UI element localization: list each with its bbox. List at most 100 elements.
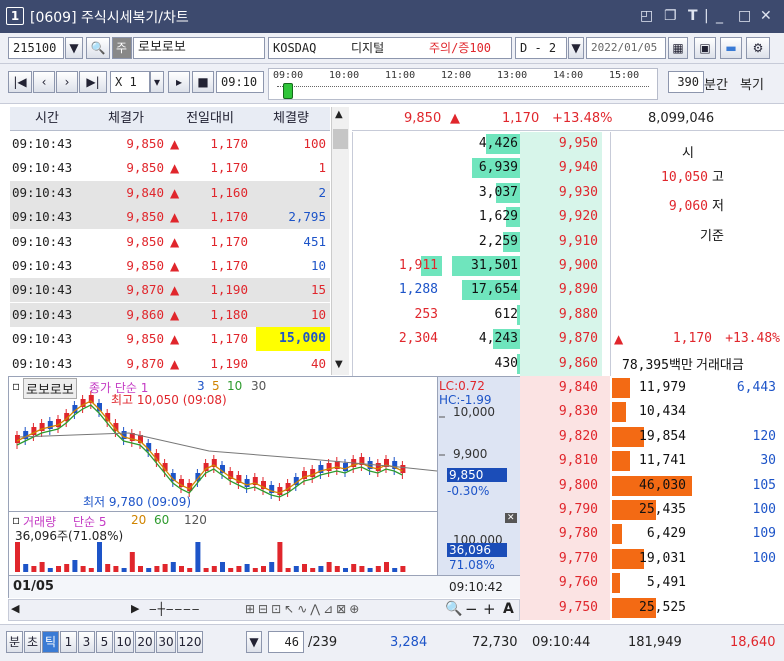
ask-price[interactable]: 9,880 <box>520 303 598 327</box>
next-icon[interactable]: › <box>56 71 78 93</box>
bid-quantity: 5,491 <box>646 575 686 591</box>
table-row[interactable]: 09:10:43 9,850 ▲ 1,170 100 <box>10 132 330 156</box>
bid-price[interactable]: 9,810 <box>520 449 598 473</box>
bid-price[interactable]: 9,830 <box>520 400 598 424</box>
text-tool-icon[interactable]: A <box>503 601 514 617</box>
ask-price[interactable]: 9,950 <box>520 132 598 156</box>
scroll-left-icon[interactable]: ◀ <box>11 602 19 615</box>
tab-1[interactable]: 초 <box>24 631 41 653</box>
table-scrollbar[interactable]: ▲ ▼ <box>331 107 349 375</box>
zoom-search-icon[interactable]: 🔍 <box>445 601 462 617</box>
mode-dropdown-icon[interactable]: ▼ <box>568 37 584 59</box>
interval-field[interactable]: 390 <box>668 71 704 93</box>
table-row[interactable]: 09:10:43 9,850 ▲ 1,170 2,795 <box>10 205 330 230</box>
info-low-label: 저 <box>712 199 724 215</box>
calendar-icon[interactable]: ▦ <box>668 37 688 59</box>
side-quantity: 1,911 <box>398 258 438 273</box>
timeline-slider[interactable]: 09:00 10:00 11:00 12:00 13:00 14:00 15:00 <box>268 68 658 100</box>
ask-price[interactable]: 9,860 <box>520 352 598 376</box>
window-icon[interactable]: ❐ <box>664 8 677 24</box>
mode-select[interactable]: D - 2 <box>515 37 567 59</box>
time-field[interactable]: 09:10 <box>216 71 264 93</box>
restore-icon[interactable]: ◰ <box>640 8 653 24</box>
tab-7[interactable]: 20 <box>135 631 155 653</box>
search-icon[interactable]: 🔍 <box>86 37 110 59</box>
ask-price[interactable]: 9,920 <box>520 205 598 229</box>
bid-price[interactable]: 9,820 <box>520 425 598 449</box>
bid-price[interactable]: 9,760 <box>520 571 598 595</box>
cell-time: 09:10:43 <box>12 233 73 249</box>
stock-code-input[interactable]: 215100 <box>8 37 64 59</box>
tab-9[interactable]: 120 <box>177 631 203 653</box>
volume-bar <box>343 568 348 572</box>
first-icon[interactable]: |◀ <box>8 71 32 93</box>
zoom-out-icon[interactable]: − <box>465 600 478 618</box>
ask-price[interactable]: 9,890 <box>520 278 598 302</box>
tab-0[interactable]: 분 <box>6 631 23 653</box>
tab-8[interactable]: 30 <box>156 631 176 653</box>
stop-icon[interactable]: ■ <box>192 71 214 93</box>
cell-time: 09:10:43 <box>12 209 73 225</box>
table-row[interactable]: 09:10:43 9,850 ▲ 1,170 10 <box>10 254 330 278</box>
zoom-in-icon[interactable]: + <box>483 600 496 618</box>
ask-price[interactable]: 9,900 <box>520 254 598 278</box>
text-icon[interactable]: T <box>688 8 698 24</box>
up-arrow-icon: ▲ <box>450 111 460 126</box>
table-row[interactable]: 09:10:43 9,870 ▲ 1,190 40 <box>10 352 330 376</box>
bid-price[interactable]: 9,770 <box>520 547 598 571</box>
bid-quantity: 6,429 <box>646 526 686 542</box>
speed-dropdown-icon[interactable]: ▾ <box>150 71 164 93</box>
count-field[interactable]: 46 <box>268 631 304 653</box>
table-row[interactable]: 09:10:43 9,860 ▲ 1,180 10 <box>10 302 330 327</box>
bid-price[interactable]: 9,840 <box>520 376 598 400</box>
tab-2[interactable]: 틱 <box>42 631 59 653</box>
minimize-icon[interactable]: _ <box>716 8 723 24</box>
last-icon[interactable]: ▶| <box>79 71 107 93</box>
bid-price[interactable]: 9,790 <box>520 498 598 522</box>
maximize-icon[interactable]: □ <box>738 8 751 24</box>
prev-icon[interactable]: ‹ <box>33 71 55 93</box>
table-row[interactable]: 09:10:43 9,850 ▲ 1,170 15,000 <box>10 327 330 352</box>
play-icon[interactable]: ▸ <box>168 71 190 93</box>
tab-3[interactable]: 1 <box>60 631 77 653</box>
scroll-thumb[interactable] <box>333 129 348 149</box>
scroll-down-icon[interactable]: ▼ <box>335 359 343 370</box>
bid-extra: 109 <box>752 526 776 542</box>
ask-price[interactable]: 9,930 <box>520 181 598 205</box>
folder-icon[interactable]: ▬ <box>720 37 742 59</box>
timeline-track <box>277 86 649 87</box>
bid-price[interactable]: 9,750 <box>520 596 598 620</box>
bid-price[interactable]: 9,780 <box>520 522 598 546</box>
table-row[interactable]: 09:10:43 9,840 ▲ 1,160 2 <box>10 180 330 205</box>
scroll-right-icon[interactable]: ▶ <box>131 602 139 615</box>
timeline-handle[interactable] <box>283 83 293 99</box>
restore-button[interactable]: 복기 <box>740 74 764 93</box>
up-arrow-icon: ▲ <box>170 259 180 273</box>
ask-price[interactable]: 9,910 <box>520 230 598 254</box>
tick-dropdown-icon[interactable]: ▼ <box>246 631 262 653</box>
gear-icon[interactable]: ⚙ <box>746 37 770 59</box>
table-row[interactable]: 09:10:43 9,850 ▲ 1,170 1 <box>10 156 330 180</box>
volume-bar <box>56 566 61 572</box>
volume-close-icon[interactable]: ✕ <box>505 513 517 523</box>
tab-5[interactable]: 5 <box>96 631 113 653</box>
tab-6[interactable]: 10 <box>114 631 134 653</box>
code-dropdown-icon[interactable]: ▼ <box>65 37 83 59</box>
table-row[interactable]: 09:10:43 9,870 ▲ 1,190 15 <box>10 278 330 303</box>
ask-price[interactable]: 9,940 <box>520 156 598 180</box>
close-icon[interactable]: ✕ <box>760 8 772 24</box>
stock-name-field[interactable]: 로보로보 <box>133 37 265 59</box>
cell-price: 9,860 <box>126 306 164 322</box>
table-row[interactable]: 09:10:43 9,850 ▲ 1,170 451 <box>10 230 330 254</box>
speed-select[interactable]: X 1 <box>110 71 150 93</box>
zoom-slider-icon[interactable]: ‒┼‒‒‒‒ <box>149 602 200 616</box>
tab-4[interactable]: 3 <box>78 631 95 653</box>
ask-quantity: 1,629 <box>478 209 518 225</box>
bid-price[interactable]: 9,800 <box>520 474 598 498</box>
summary-volume: 8,099,046 <box>648 111 715 126</box>
ask-price[interactable]: 9,870 <box>520 327 598 351</box>
drawing-tools-icon[interactable]: ⊞⊟⊡↖∿⋀⊿⊠⊕ <box>245 602 362 616</box>
date-field[interactable]: 2022/01/05 <box>586 37 666 59</box>
save-icon[interactable]: ▣ <box>694 37 716 59</box>
scroll-up-icon[interactable]: ▲ <box>335 109 343 120</box>
